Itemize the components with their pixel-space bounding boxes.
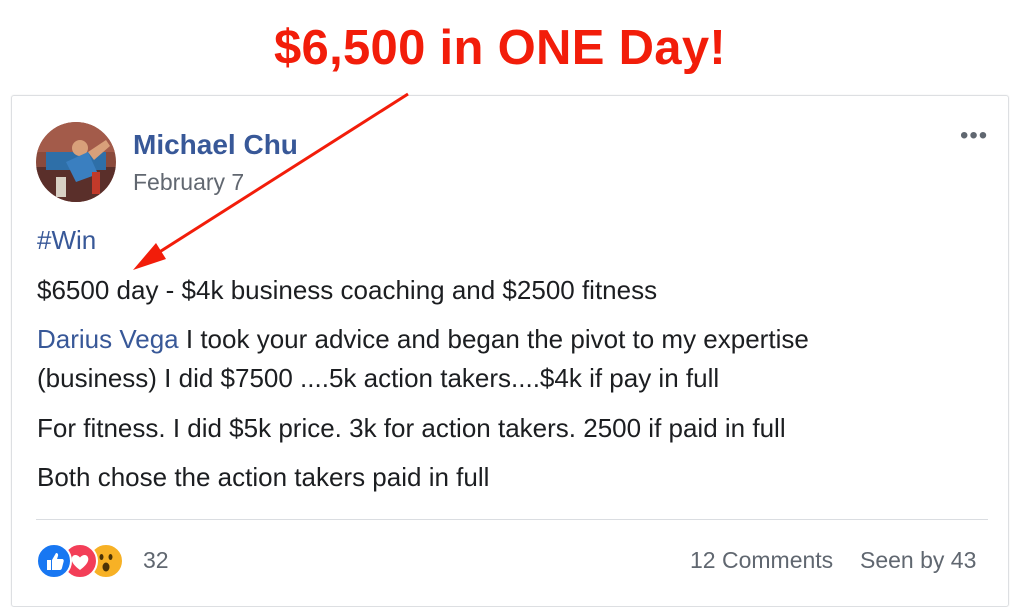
post-line-2: Darius Vega I took your advice and began… [37,320,809,358]
post-line-4: For fitness. I did $5k price. 3k for act… [37,413,786,443]
footer-divider [36,519,988,520]
like-icon [36,543,72,579]
post-line-2-text: I took your advice and began the pivot t… [178,324,809,354]
comments-count-link[interactable]: 12 Comments [690,546,833,574]
seen-by-link[interactable]: Seen by 43 [860,546,976,574]
annotation-headline: $6,500 in ONE Day! [273,21,727,75]
mention-link[interactable]: Darius Vega [37,324,179,354]
post-date[interactable]: February 7 [133,168,244,196]
post-line-3: (business) I did $7500 ....5k action tak… [37,363,720,393]
post-line-1: $6500 day - $4k business coaching and $2… [37,275,658,305]
hashtag-link[interactable]: #Win [37,221,96,259]
avatar-photo [36,122,116,202]
more-options-icon[interactable]: ••• [960,124,996,150]
author-name[interactable]: Michael Chu [133,128,298,162]
reaction-count[interactable]: 32 [143,546,169,574]
avatar[interactable] [36,122,116,202]
post-line-5: Both chose the action takers paid in ful… [37,462,490,492]
